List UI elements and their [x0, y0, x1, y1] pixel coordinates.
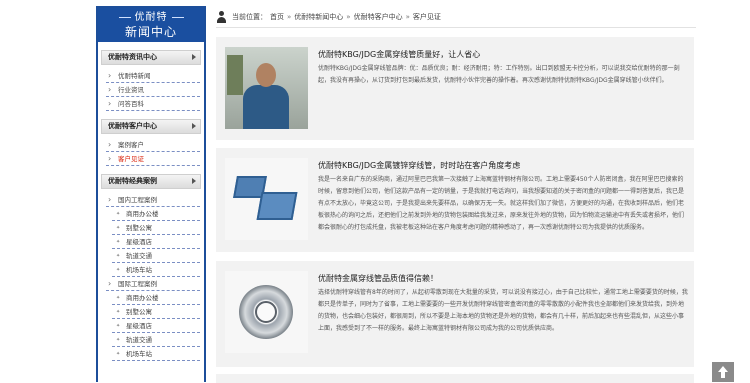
sidebar-subitem-transit[interactable]: 轨道交通 — [112, 249, 200, 263]
sidebar-item-industry-news[interactable]: 行业资讯 — [106, 83, 200, 97]
article-title[interactable]: 优耐特金属穿线管品质值得信赖！ — [318, 273, 688, 284]
product-photo — [225, 271, 308, 353]
breadcrumb-separator: » — [405, 13, 410, 21]
sidebar-subitem-office[interactable]: 商用办公楼 — [112, 207, 200, 221]
sidebar-item-faq[interactable]: 问答百科 — [106, 97, 200, 111]
section-label: 优耐特资讯中心 — [108, 53, 157, 61]
breadcrumb-current[interactable]: 客户见证 — [413, 10, 441, 24]
customer-photo — [225, 47, 308, 129]
sidebar-section-cases[interactable]: 优耐特经典案例 — [101, 174, 201, 189]
divider — [118, 17, 131, 18]
sidebar-brand-text: 优耐特 — [134, 12, 168, 23]
breadcrumb-news-center[interactable]: 优耐特新闻中心 — [294, 10, 343, 24]
divider — [171, 17, 184, 18]
sidebar-subitem-transit[interactable]: 轨道交通 — [112, 333, 200, 347]
sidebar-section-customers[interactable]: 优耐特客户中心 — [101, 119, 201, 134]
sidebar: 优耐特 新闻中心 优耐特资讯中心 优耐特新闻 行业资讯 问答百科 优耐特客户中心… — [96, 6, 206, 382]
article-summary: 选择优耐特穿线管有8年的时间了，从起初零散到现在大批量的采货，可以说没有接过心，… — [318, 289, 688, 332]
section-label: 优耐特经典案例 — [108, 177, 157, 185]
product-photo — [225, 158, 308, 240]
sidebar-title: 新闻中心 — [124, 25, 177, 39]
breadcrumb: 当前位置： 首页 » 优耐特新闻中心 » 优耐特客户中心 » 客户见证 — [216, 10, 696, 24]
sidebar-item-testimonials[interactable]: 客户见证 — [106, 152, 200, 166]
sidebar-section-news[interactable]: 优耐特资讯中心 — [101, 50, 201, 65]
sidebar-header: 优耐特 新闻中心 — [98, 8, 204, 42]
article-summary: 优耐特KBG/JDG金属穿线管品牌：优：品质优良；耐：经济耐用；特：工作特别。出… — [318, 65, 680, 84]
arrow-right-icon — [192, 123, 196, 129]
article-summary: 我是一名来自广东的采购商，通过阿里巴巴我第一次接触了上海寓蓝特钢材有限公司。工地… — [318, 176, 685, 231]
article-thumbnail[interactable] — [225, 271, 308, 353]
sidebar-subitem-villa[interactable]: 别墅公寓 — [112, 221, 200, 235]
sidebar-subitem-villa[interactable]: 别墅公寓 — [112, 305, 200, 319]
sidebar-item-company-news[interactable]: 优耐特新闻 — [106, 69, 200, 83]
sidebar-item-domestic-cases[interactable]: 国内工程案例 — [106, 193, 200, 207]
back-to-top-button[interactable] — [712, 362, 734, 382]
sidebar-subitem-airport[interactable]: 机场车站 — [112, 263, 200, 277]
article-card[interactable]: 优耐特KBG/JDG金属镀锌穿线管，时时站在客户角度考虑 我是一名来自广东的采购… — [216, 148, 694, 252]
arrow-right-icon — [192, 54, 196, 60]
page: 优耐特 新闻中心 优耐特资讯中心 优耐特新闻 行业资讯 问答百科 优耐特客户中心… — [0, 0, 750, 383]
sidebar-subitem-office[interactable]: 商用办公楼 — [112, 291, 200, 305]
article-card[interactable]: 优耐特KBG/JDG金属穿线管质量好，让人省心 优耐特KBG/JDG金属穿线管品… — [216, 37, 694, 140]
sidebar-subitem-airport[interactable]: 机场车站 — [112, 347, 200, 361]
user-icon — [216, 11, 227, 23]
divider — [216, 27, 696, 28]
article-card[interactable] — [216, 374, 694, 383]
breadcrumb-prefix: 当前位置： — [232, 13, 267, 21]
article-thumbnail[interactable] — [225, 158, 308, 240]
section-label: 优耐特客户中心 — [108, 122, 157, 130]
sidebar-item-case-customers[interactable]: 案例客户 — [106, 138, 200, 152]
sidebar-brand: 优耐特 — [98, 11, 204, 24]
up-arrow-icon-stem — [721, 372, 725, 378]
article-card[interactable]: 优耐特金属穿线管品质值得信赖！ 选择优耐特穿线管有8年的时间了，从起初零散到现在… — [216, 261, 694, 367]
article-title[interactable]: 优耐特KBG/JDG金属穿线管质量好，让人省心 — [318, 49, 688, 60]
sidebar-subitem-hotel[interactable]: 星级酒店 — [112, 235, 200, 249]
breadcrumb-customer-center[interactable]: 优耐特客户中心 — [354, 10, 403, 24]
article-title[interactable]: 优耐特KBG/JDG金属镀锌穿线管，时时站在客户角度考虑 — [318, 160, 688, 171]
article-thumbnail[interactable] — [225, 47, 308, 129]
breadcrumb-separator: » — [346, 13, 351, 21]
breadcrumb-separator: » — [287, 13, 292, 21]
breadcrumb-home[interactable]: 首页 — [270, 10, 284, 24]
arrow-right-icon — [192, 178, 196, 184]
sidebar-subitem-hotel[interactable]: 星级酒店 — [112, 319, 200, 333]
sidebar-item-international-cases[interactable]: 国际工程案例 — [106, 277, 200, 291]
